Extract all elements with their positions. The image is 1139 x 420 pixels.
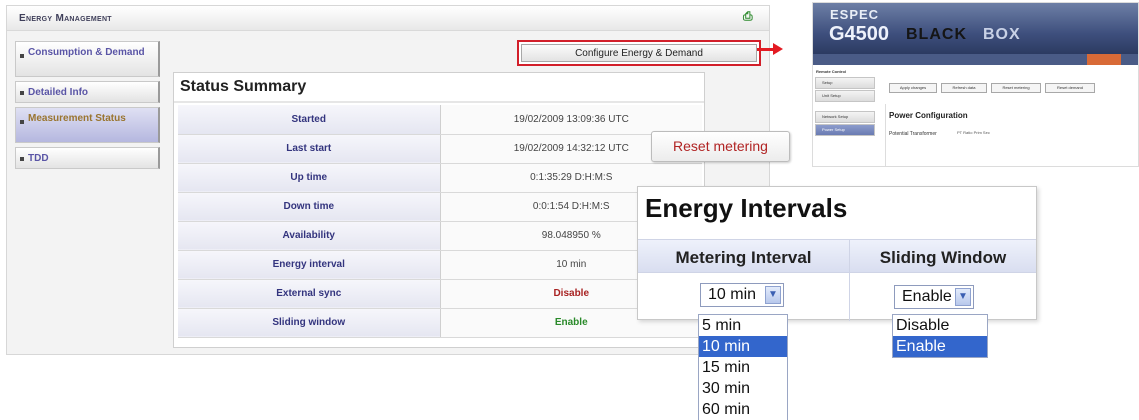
panel-header: Energy Management ⎙ xyxy=(7,6,769,31)
dropdown-option-10-min[interactable]: 10 min xyxy=(699,336,787,357)
sidebar-item-tdd[interactable]: TDD xyxy=(15,147,160,169)
energy-intervals-header: Metering Interval Sliding Window xyxy=(638,239,1036,273)
sidebar-item-label: Detailed Info xyxy=(28,87,89,98)
row-label: Down time xyxy=(178,192,441,222)
dropdown-option-5-min[interactable]: 5 min xyxy=(699,315,787,336)
sliding-window-dropdown: Disable Enable xyxy=(892,314,988,358)
energy-intervals-title: Energy Intervals xyxy=(645,193,848,223)
table-row: Down time 0:0:1:54 D:H:M:S xyxy=(178,192,702,222)
blackbox-field-label: Potential Transformer xyxy=(889,131,937,137)
dropdown-option-30-min[interactable]: 30 min xyxy=(699,378,787,399)
blackbox-screenshot: ESPEC G4500 BLACK BOX Remote Control Set… xyxy=(812,2,1139,167)
printer-icon[interactable]: ⎙ xyxy=(743,9,753,24)
page: Energy Management ⎙ Consumption & Demand… xyxy=(0,0,1139,420)
metering-interval-value: 10 min xyxy=(708,286,757,303)
table-row: Last start 19/02/2009 14:32:12 UTC xyxy=(178,134,702,164)
configure-button-highlight: Configure Energy & Demand xyxy=(517,40,761,66)
row-label: Availability xyxy=(178,221,441,251)
bullet-icon xyxy=(20,54,24,58)
row-label: Last start xyxy=(178,134,441,164)
chevron-down-icon[interactable]: ▼ xyxy=(955,288,971,306)
status-summary: Status Summary Started 19/02/2009 13:09:… xyxy=(173,72,705,348)
row-label: Up time xyxy=(178,163,441,193)
blackbox-product: BLACK xyxy=(906,26,967,43)
table-row: Availability 98.048950 % xyxy=(178,221,702,251)
chevron-down-icon[interactable]: ▼ xyxy=(765,286,781,304)
blackbox-brand: ESPEC xyxy=(830,7,880,22)
row-label: Sliding window xyxy=(178,308,441,338)
table-row: Energy interval 10 min xyxy=(178,250,702,280)
dropdown-option-15-min[interactable]: 15 min xyxy=(699,357,787,378)
blackbox-sidebar-item[interactable]: Network Setup xyxy=(815,111,875,123)
blackbox-model: G4500 xyxy=(829,23,890,45)
dropdown-option-60-min[interactable]: 60 min xyxy=(699,399,787,420)
sidebar: Consumption & Demand Detailed Info Measu… xyxy=(15,41,160,173)
column-divider xyxy=(849,239,850,321)
configure-energy-demand-button[interactable]: Configure Energy & Demand xyxy=(521,44,757,62)
row-label: Started xyxy=(178,105,441,135)
bullet-icon xyxy=(20,91,24,95)
blackbox-sidebar-item-active[interactable]: Power Setup xyxy=(815,124,875,136)
reset-metering-button[interactable]: Reset metering xyxy=(651,131,790,162)
bullet-icon xyxy=(20,157,24,161)
status-table: Started 19/02/2009 13:09:36 UTC Last sta… xyxy=(178,105,702,338)
blackbox-apply-button[interactable]: Apply changes xyxy=(889,83,937,93)
dropdown-option-enable[interactable]: Enable xyxy=(893,336,987,357)
app-title: Energy Management xyxy=(19,13,112,24)
sidebar-item-consumption-demand[interactable]: Consumption & Demand xyxy=(15,41,160,77)
sliding-window-select[interactable]: Enable ▼ xyxy=(894,285,974,309)
energy-intervals-panel: Energy Intervals Metering Interval Slidi… xyxy=(637,186,1037,321)
sliding-window-header: Sliding Window xyxy=(879,248,1007,267)
sidebar-item-label: TDD xyxy=(28,153,49,164)
table-row: Sliding window Enable xyxy=(178,308,702,338)
metering-interval-header: Metering Interval xyxy=(675,248,812,267)
blackbox-section-title: Power Configuration xyxy=(889,111,968,120)
blackbox-field-extra: PT Ratio Prim Sec xyxy=(957,130,990,135)
divider xyxy=(174,101,704,103)
sidebar-item-measurement-status[interactable]: Measurement Status xyxy=(15,107,160,143)
blackbox-refresh-button[interactable]: Refresh data xyxy=(941,83,987,93)
sidebar-item-label: Consumption & Demand xyxy=(28,47,145,58)
metering-interval-dropdown: 5 min 10 min 15 min 30 min 60 min xyxy=(698,314,788,420)
blackbox-reset-demand-button[interactable]: Reset demand xyxy=(1045,83,1095,93)
sidebar-item-label: Measurement Status xyxy=(28,113,126,124)
sliding-window-value: Enable xyxy=(902,288,952,305)
table-row: External sync Disable xyxy=(178,279,702,309)
blackbox-nav-active-tab[interactable] xyxy=(1087,54,1121,65)
table-row: Up time 0:1:35:29 D:H:M:S xyxy=(178,163,702,193)
row-value: 19/02/2009 13:09:36 UTC xyxy=(440,105,702,135)
blackbox-sidebar-item[interactable]: Unit Setup xyxy=(815,90,875,102)
blackbox-reset-metering-button[interactable]: Reset metering xyxy=(991,83,1041,93)
dropdown-option-disable[interactable]: Disable xyxy=(893,315,987,336)
metering-interval-select[interactable]: 10 min ▼ xyxy=(700,283,784,307)
sidebar-item-detailed-info[interactable]: Detailed Info xyxy=(15,81,160,103)
blackbox-sidebar-title: Remote Control xyxy=(816,69,846,74)
bullet-icon xyxy=(20,120,24,124)
status-summary-title: Status Summary xyxy=(180,78,307,95)
blackbox-product-suffix: BOX xyxy=(983,26,1021,43)
blackbox-sidebar-item[interactable]: Setup xyxy=(815,77,875,89)
row-label: Energy interval xyxy=(178,250,441,280)
row-label: External sync xyxy=(178,279,441,309)
table-row: Started 19/02/2009 13:09:36 UTC xyxy=(178,105,702,135)
arrow-right-icon xyxy=(773,43,783,55)
